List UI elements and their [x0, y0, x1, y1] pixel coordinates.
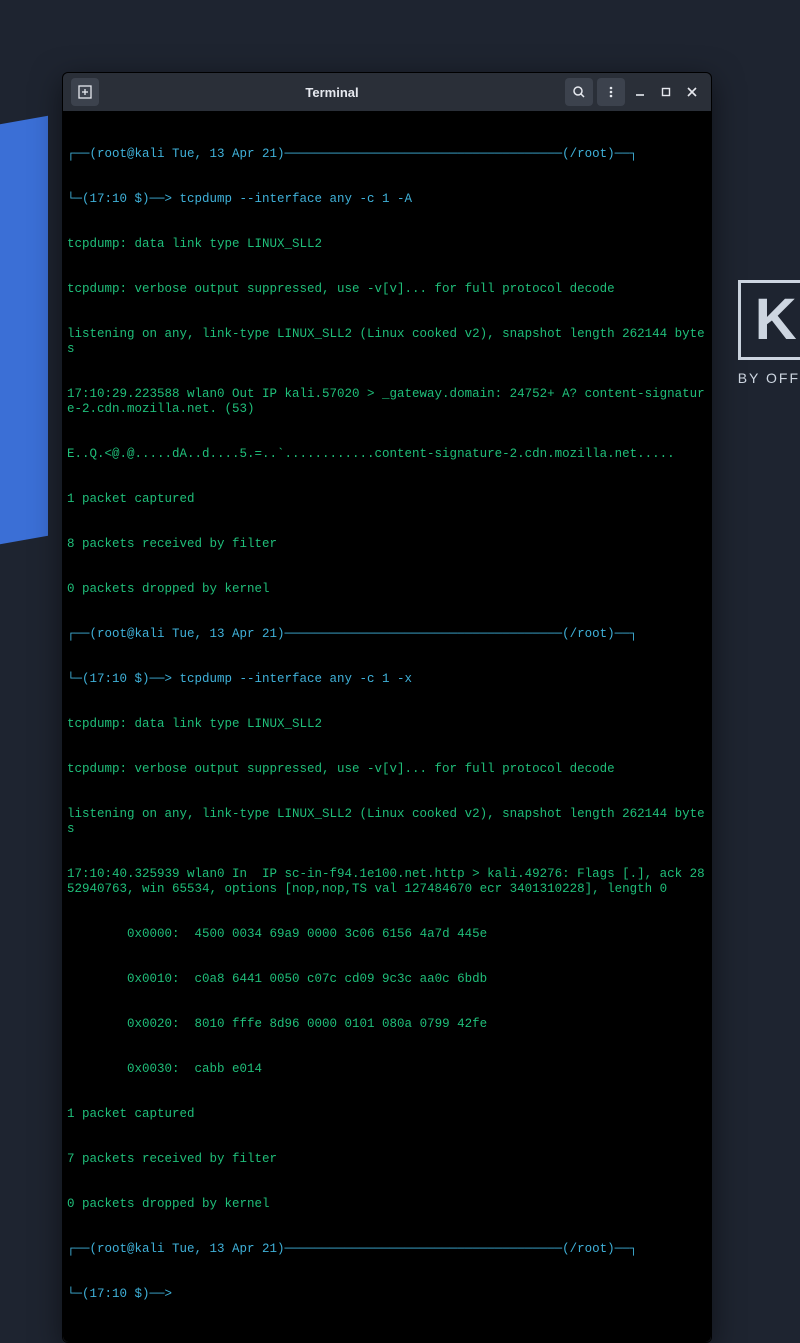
output-line: 1 packet captured: [67, 1107, 707, 1122]
terminal-body[interactable]: ┌──(root@kali Tue, 13 Apr 21)───────────…: [63, 111, 711, 1342]
window-title: Terminal: [101, 85, 563, 100]
output-line: 0x0000: 4500 0034 69a9 0000 3c06 6156 4a…: [67, 927, 707, 942]
output-line: tcpdump: data link type LINUX_SLL2: [67, 237, 707, 252]
search-button[interactable]: [565, 78, 593, 106]
new-tab-button[interactable]: [71, 78, 99, 106]
output-line: 7 packets received by filter: [67, 1152, 707, 1167]
output-line: 17:10:29.223588 wlan0 Out IP kali.57020 …: [67, 387, 707, 417]
output-line: 1 packet captured: [67, 492, 707, 507]
output-line: 0 packets dropped by kernel: [67, 582, 707, 597]
output-line: listening on any, link-type LINUX_SLL2 (…: [67, 807, 707, 837]
maximize-button[interactable]: [655, 78, 677, 106]
output-line: 0x0030: cabb e014: [67, 1062, 707, 1077]
output-line: listening on any, link-type LINUX_SLL2 (…: [67, 327, 707, 357]
prompt-line: └─(17:10 $)──> tcpdump --interface any -…: [67, 672, 707, 687]
output-line: tcpdump: verbose output suppressed, use …: [67, 282, 707, 297]
prompt-line: ┌──(root@kali Tue, 13 Apr 21)───────────…: [67, 627, 707, 642]
prompt-line: ┌──(root@kali Tue, 13 Apr 21)───────────…: [67, 1242, 707, 1257]
minimize-button[interactable]: [629, 78, 651, 106]
output-line: tcpdump: data link type LINUX_SLL2: [67, 717, 707, 732]
output-line: E..Q.<@.@.....dA..d....5.=..`...........…: [67, 447, 707, 462]
prompt-line: └─(17:10 $)──>: [67, 1287, 707, 1302]
output-line: tcpdump: verbose output suppressed, use …: [67, 762, 707, 777]
menu-button[interactable]: [597, 78, 625, 106]
desktop-logo-letter: K: [738, 280, 800, 360]
output-line: 8 packets received by filter: [67, 537, 707, 552]
prompt-line: ┌──(root@kali Tue, 13 Apr 21)───────────…: [67, 147, 707, 162]
output-line: 17:10:40.325939 wlan0 In IP sc-in-f94.1e…: [67, 867, 707, 897]
desktop-logo: K BY OFF: [738, 280, 800, 386]
close-button[interactable]: [681, 78, 703, 106]
output-line: 0 packets dropped by kernel: [67, 1197, 707, 1212]
prompt-line: └─(17:10 $)──> tcpdump --interface any -…: [67, 192, 707, 207]
titlebar: Terminal: [63, 73, 711, 111]
output-line: 0x0020: 8010 fffe 8d96 0000 0101 080a 07…: [67, 1017, 707, 1032]
desktop-accent: [0, 116, 48, 544]
terminal-window: Terminal ┌──(root@kali Tue, 13 Apr 21)──…: [62, 72, 712, 1343]
output-line: 0x0010: c0a8 6441 0050 c07c cd09 9c3c aa…: [67, 972, 707, 987]
desktop-logo-sub: BY OFF: [738, 370, 800, 386]
